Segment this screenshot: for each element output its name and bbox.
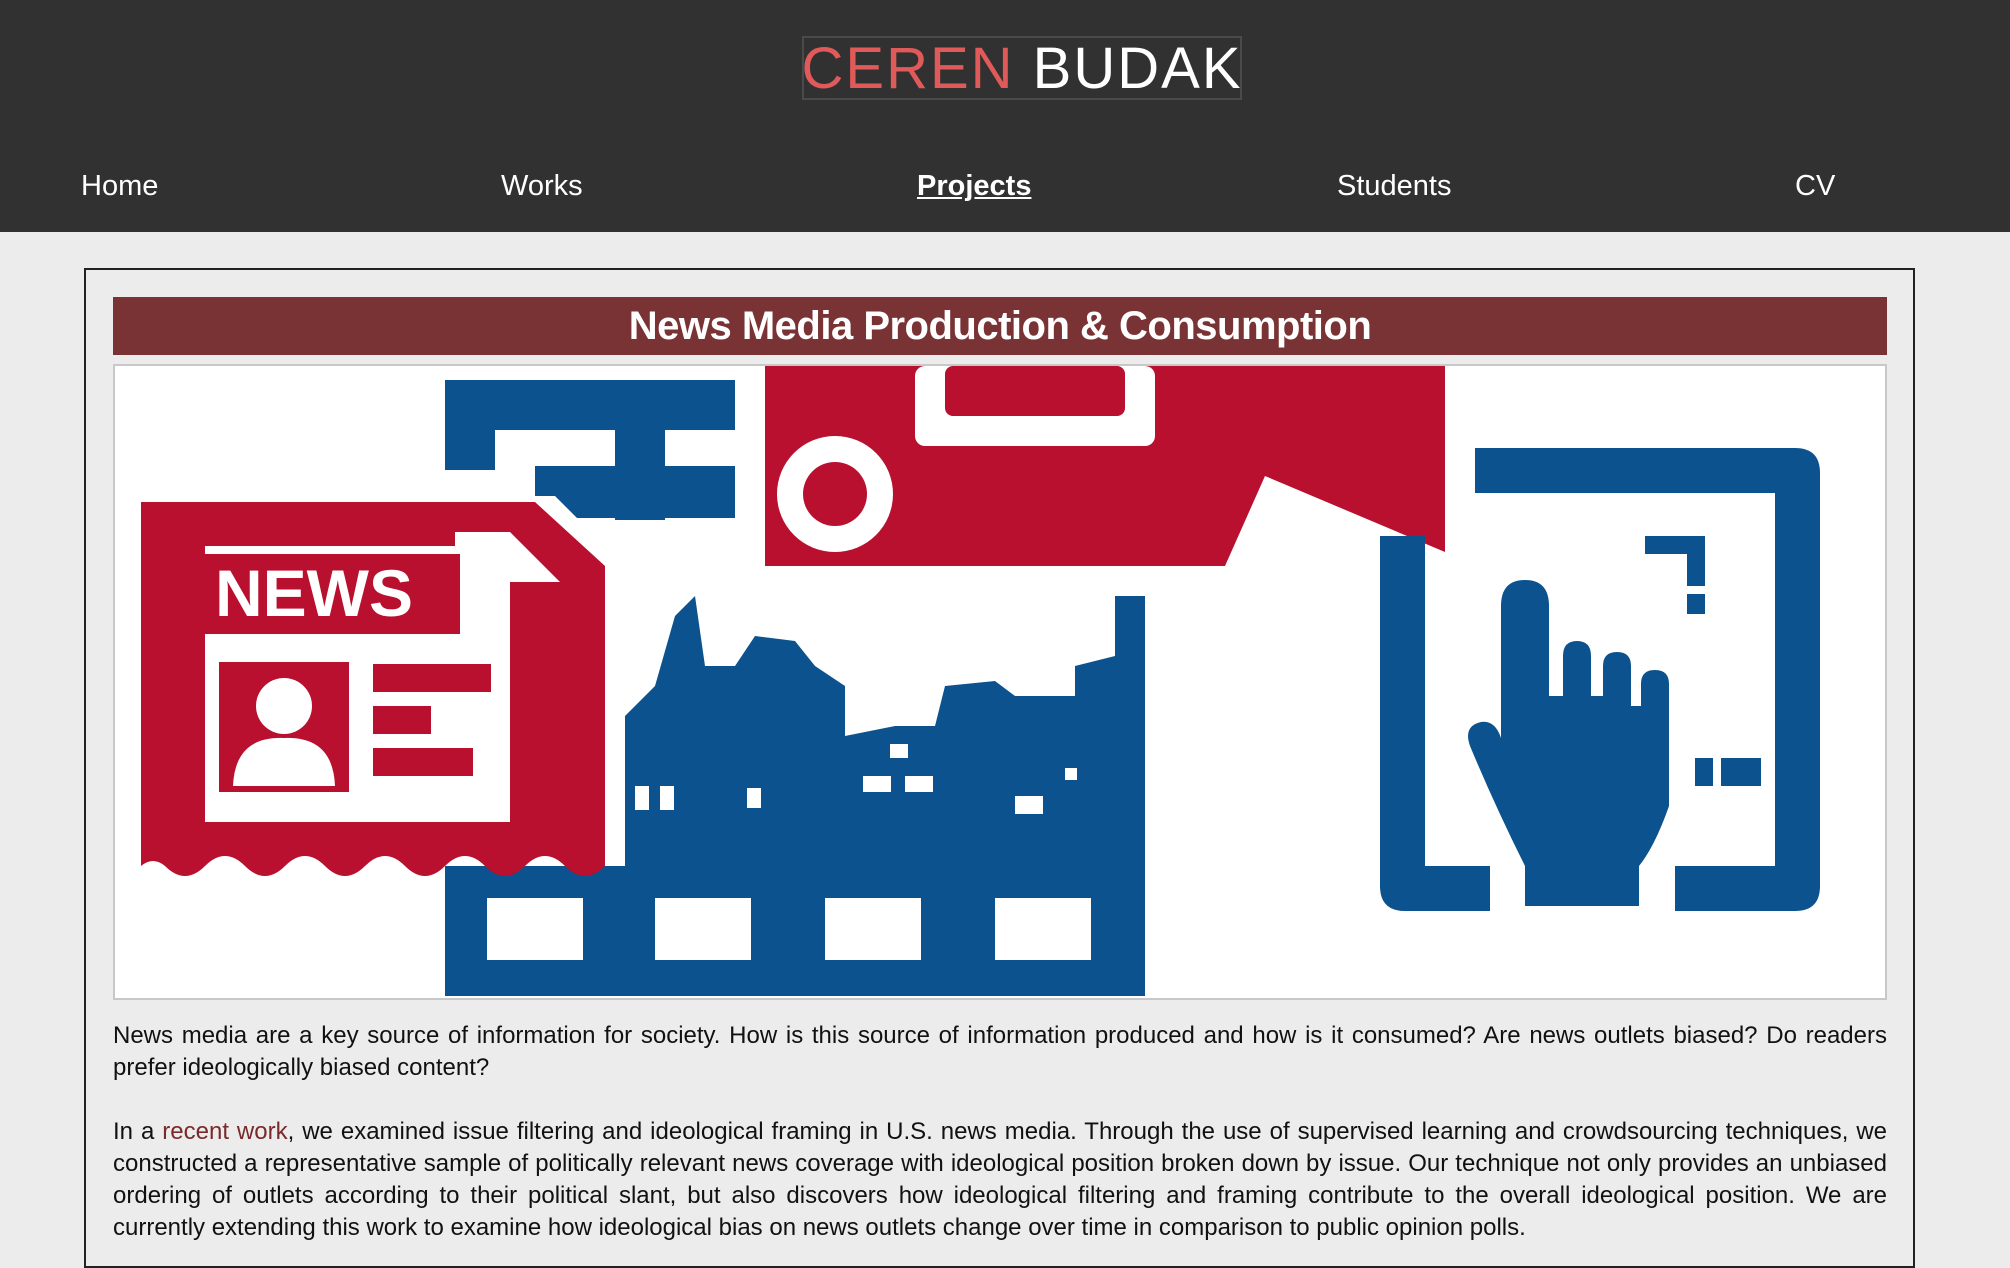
- project-title: News Media Production & Consumption: [113, 297, 1887, 355]
- nav-cv[interactable]: CV: [1795, 170, 1835, 203]
- paragraph-body: , we examined issue filtering and ideolo…: [113, 1118, 1888, 1241]
- main-nav: Home Works Projects Students CV: [0, 170, 2010, 216]
- nav-projects[interactable]: Projects: [917, 170, 1031, 203]
- nav-students[interactable]: Students: [1337, 170, 1451, 203]
- site-header: CEREN BUDAK Home Works Projects Students…: [0, 0, 2010, 232]
- project-illustration: NEWS: [113, 364, 1887, 1000]
- recent-work-paragraph: In a recent work, we examined issue filt…: [113, 1116, 1887, 1244]
- newspaper-icon: NEWS: [135, 496, 625, 876]
- project-card: News Media Production & Consumption NEWS…: [84, 268, 1915, 1268]
- tablet-touch-icon: [1380, 448, 1820, 911]
- paragraph-prefix: In a: [113, 1118, 163, 1145]
- logo-first-name: CEREN: [801, 35, 1015, 101]
- logo-last-name: BUDAK: [1032, 35, 1243, 101]
- newspaper-label: NEWS: [215, 556, 413, 630]
- nav-home[interactable]: Home: [81, 170, 158, 203]
- camera-icon: [765, 366, 1445, 566]
- intro-paragraph: News media are a key source of informati…: [113, 1022, 1887, 1081]
- nav-works[interactable]: Works: [501, 170, 583, 203]
- recent-work-link[interactable]: recent work: [162, 1118, 287, 1145]
- news-media-illustration: NEWS: [135, 366, 1820, 996]
- site-logo[interactable]: CEREN BUDAK: [801, 35, 1243, 101]
